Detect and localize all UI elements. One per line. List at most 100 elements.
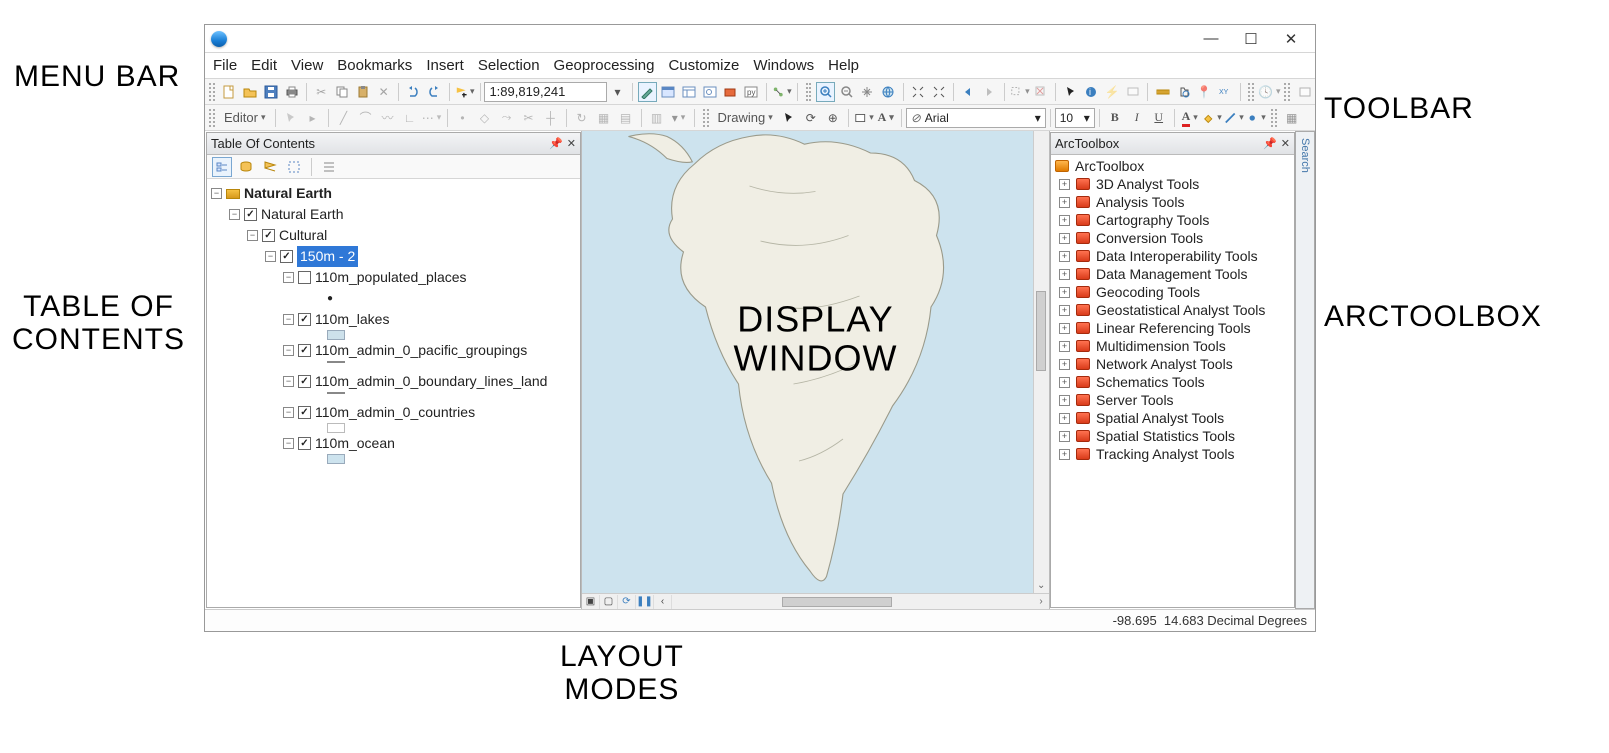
fill-color-icon[interactable] (1202, 108, 1222, 128)
minimize-button[interactable]: — (1201, 30, 1221, 48)
checkbox[interactable] (298, 406, 311, 419)
toolbox-item[interactable]: Geostatistical Analyst Tools (1096, 302, 1265, 318)
catalog-window-icon[interactable] (680, 82, 699, 102)
expand-icon[interactable]: + (1059, 269, 1070, 280)
edit-annotation-icon[interactable]: ▸ (303, 108, 323, 128)
checkbox[interactable] (298, 313, 311, 326)
toolbox-item[interactable]: Spatial Analyst Tools (1096, 410, 1224, 426)
toolbox-item[interactable]: Schematics Tools (1096, 374, 1205, 390)
checkbox[interactable] (298, 271, 311, 284)
arctoolbox-window-icon[interactable] (721, 82, 740, 102)
menu-selection[interactable]: Selection (478, 57, 540, 74)
editor-more-icon[interactable]: ▾ (669, 108, 689, 128)
fixed-zoomin-icon[interactable] (909, 82, 928, 102)
map-canvas[interactable] (582, 131, 1049, 593)
toc-layer[interactable]: 110m_admin_0_countries (315, 402, 475, 423)
rotate-icon[interactable]: ↻ (572, 108, 592, 128)
expand-icon[interactable]: − (283, 314, 294, 325)
expand-icon[interactable]: + (1059, 431, 1070, 442)
toolbox-item[interactable]: Conversion Tools (1096, 230, 1203, 246)
expand-icon[interactable]: − (283, 438, 294, 449)
menu-bookmarks[interactable]: Bookmarks (337, 57, 412, 74)
select-features-icon[interactable] (1010, 82, 1030, 102)
menu-help[interactable]: Help (828, 57, 859, 74)
new-icon[interactable] (220, 82, 239, 102)
toolbox-item[interactable]: Cartography Tools (1096, 212, 1209, 228)
toc-selected-layer[interactable]: 150m - 2 (297, 246, 358, 267)
expand-icon[interactable]: + (1059, 359, 1070, 370)
expand-icon[interactable]: + (1059, 341, 1070, 352)
open-icon[interactable] (241, 82, 260, 102)
font-size-select[interactable]: 10▾ (1055, 108, 1095, 128)
underline-icon[interactable]: U (1149, 108, 1169, 128)
full-extent-icon[interactable] (879, 82, 898, 102)
zoom-in-icon[interactable] (816, 82, 835, 102)
italic-icon[interactable]: I (1127, 108, 1147, 128)
rotate-graphic-icon[interactable]: ⟳ (801, 108, 821, 128)
undo-icon[interactable] (404, 82, 423, 102)
scroll-left-icon[interactable]: ‹ (654, 595, 672, 609)
toc-frame[interactable]: Natural Earth (261, 204, 343, 225)
expand-icon[interactable]: + (1059, 197, 1070, 208)
zoom-graphic-icon[interactable]: ⊕ (823, 108, 843, 128)
close-button[interactable]: ✕ (1281, 30, 1301, 48)
search-tab[interactable]: Search (1295, 131, 1315, 609)
scroll-right-icon[interactable]: › (1033, 596, 1049, 607)
toolbox-item[interactable]: Geocoding Tools (1096, 284, 1200, 300)
toc-layer[interactable]: 110m_admin_0_boundary_lines_land (315, 371, 547, 392)
toc-layer[interactable]: 110m_admin_0_pacific_groupings (315, 340, 527, 361)
toolbox-item[interactable]: Network Analyst Tools (1096, 356, 1233, 372)
toolbox-item[interactable]: Multidimension Tools (1096, 338, 1226, 354)
expand-icon[interactable]: − (247, 230, 258, 241)
misc2-icon[interactable]: ▦ (1282, 108, 1302, 128)
expand-icon[interactable]: + (1059, 233, 1070, 244)
measure-icon[interactable] (1153, 82, 1172, 102)
expand-icon[interactable]: + (1059, 287, 1070, 298)
list-by-source-icon[interactable] (236, 157, 256, 177)
toc-layer[interactable]: 110m_ocean (315, 433, 395, 454)
goto-xy-icon[interactable]: XY (1216, 82, 1235, 102)
time-slider-icon[interactable]: 🕓 (1259, 82, 1279, 102)
endpoint-arc-icon[interactable]: ⌒ (356, 108, 376, 128)
hyperlink-icon[interactable]: ⚡ (1103, 82, 1122, 102)
point-icon[interactable]: • (453, 108, 473, 128)
toolbox-item[interactable]: Analysis Tools (1096, 194, 1184, 210)
expand-icon[interactable]: − (283, 376, 294, 387)
list-by-visibility-icon[interactable] (260, 157, 280, 177)
print-icon[interactable] (282, 82, 301, 102)
arctoolbox-tree[interactable]: ArcToolbox +3D Analyst Tools+Analysis To… (1051, 155, 1294, 607)
sketch-props-icon[interactable]: ▤ (616, 108, 636, 128)
marker-color-icon[interactable] (1246, 108, 1266, 128)
checkbox[interactable] (280, 250, 293, 263)
toolbox-item[interactable]: Data Interoperability Tools (1096, 248, 1258, 264)
line-color-icon[interactable] (1224, 108, 1244, 128)
pause-draw-icon[interactable]: ❚❚ (636, 595, 654, 609)
menu-customize[interactable]: Customize (668, 57, 739, 74)
refresh-view-icon[interactable]: ⟳ (618, 595, 636, 609)
find-route-icon[interactable]: 📍 (1195, 82, 1214, 102)
list-by-selection-icon[interactable] (284, 157, 304, 177)
checkbox[interactable] (298, 437, 311, 450)
expand-icon[interactable]: − (229, 209, 240, 220)
maximize-button[interactable]: ☐ (1241, 30, 1261, 48)
search-window-icon[interactable] (700, 82, 719, 102)
menu-edit[interactable]: Edit (251, 57, 277, 74)
expand-icon[interactable]: + (1059, 395, 1070, 406)
paste-icon[interactable] (354, 82, 373, 102)
menu-bar[interactable]: File Edit View Bookmarks Insert Selectio… (205, 53, 1315, 79)
toc-layer[interactable]: 110m_lakes (315, 309, 389, 330)
fixed-zoomout-icon[interactable] (929, 82, 948, 102)
toolbox-item[interactable]: Linear Referencing Tools (1096, 320, 1251, 336)
vertical-scrollbar[interactable]: ⌄ (1033, 131, 1049, 593)
select-graphic-icon[interactable] (779, 108, 799, 128)
checkbox[interactable] (262, 229, 275, 242)
arctoolbox-root[interactable]: ArcToolbox (1075, 158, 1144, 174)
text-icon[interactable]: A (876, 108, 896, 128)
find-icon[interactable] (1174, 82, 1193, 102)
menu-windows[interactable]: Windows (753, 57, 814, 74)
next-extent-icon[interactable] (980, 82, 999, 102)
delete-icon[interactable]: ✕ (374, 82, 393, 102)
prev-extent-icon[interactable] (959, 82, 978, 102)
map-display[interactable]: DISPLAY WINDOW ⌄ ▣ ▢ ⟳ ❚❚ ‹ (581, 131, 1050, 609)
checkbox[interactable] (298, 375, 311, 388)
